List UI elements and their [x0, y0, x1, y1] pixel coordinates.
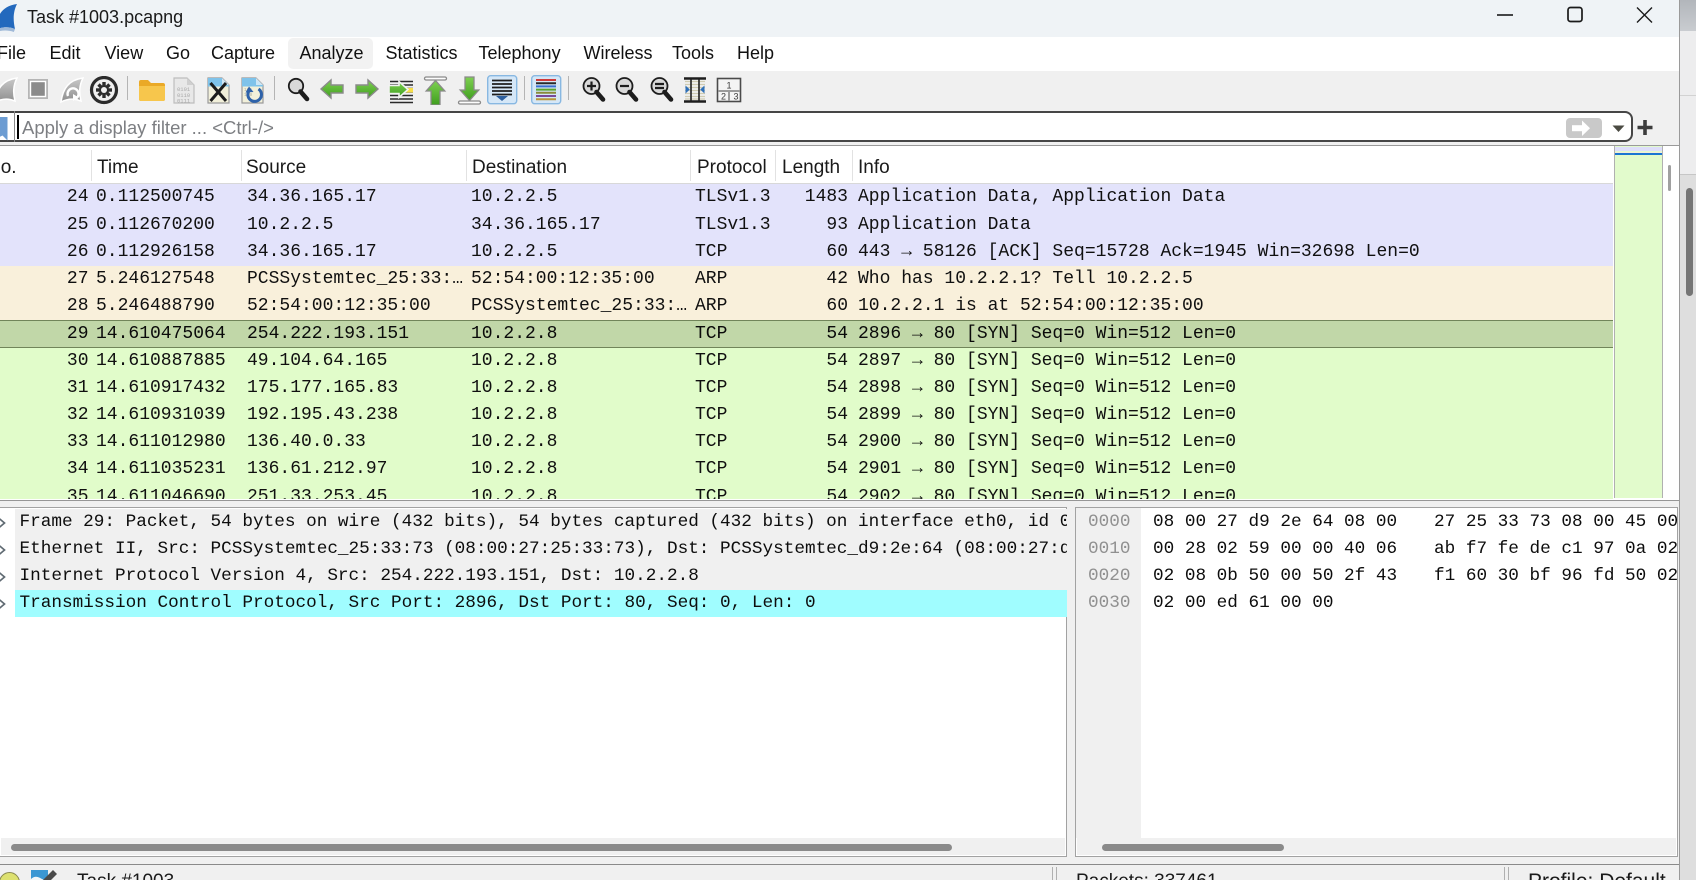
svg-text:1: 1 [727, 81, 732, 91]
svg-text:0111: 0111 [177, 98, 191, 105]
svg-text:2: 2 [721, 92, 726, 102]
svg-text:3: 3 [734, 92, 739, 102]
